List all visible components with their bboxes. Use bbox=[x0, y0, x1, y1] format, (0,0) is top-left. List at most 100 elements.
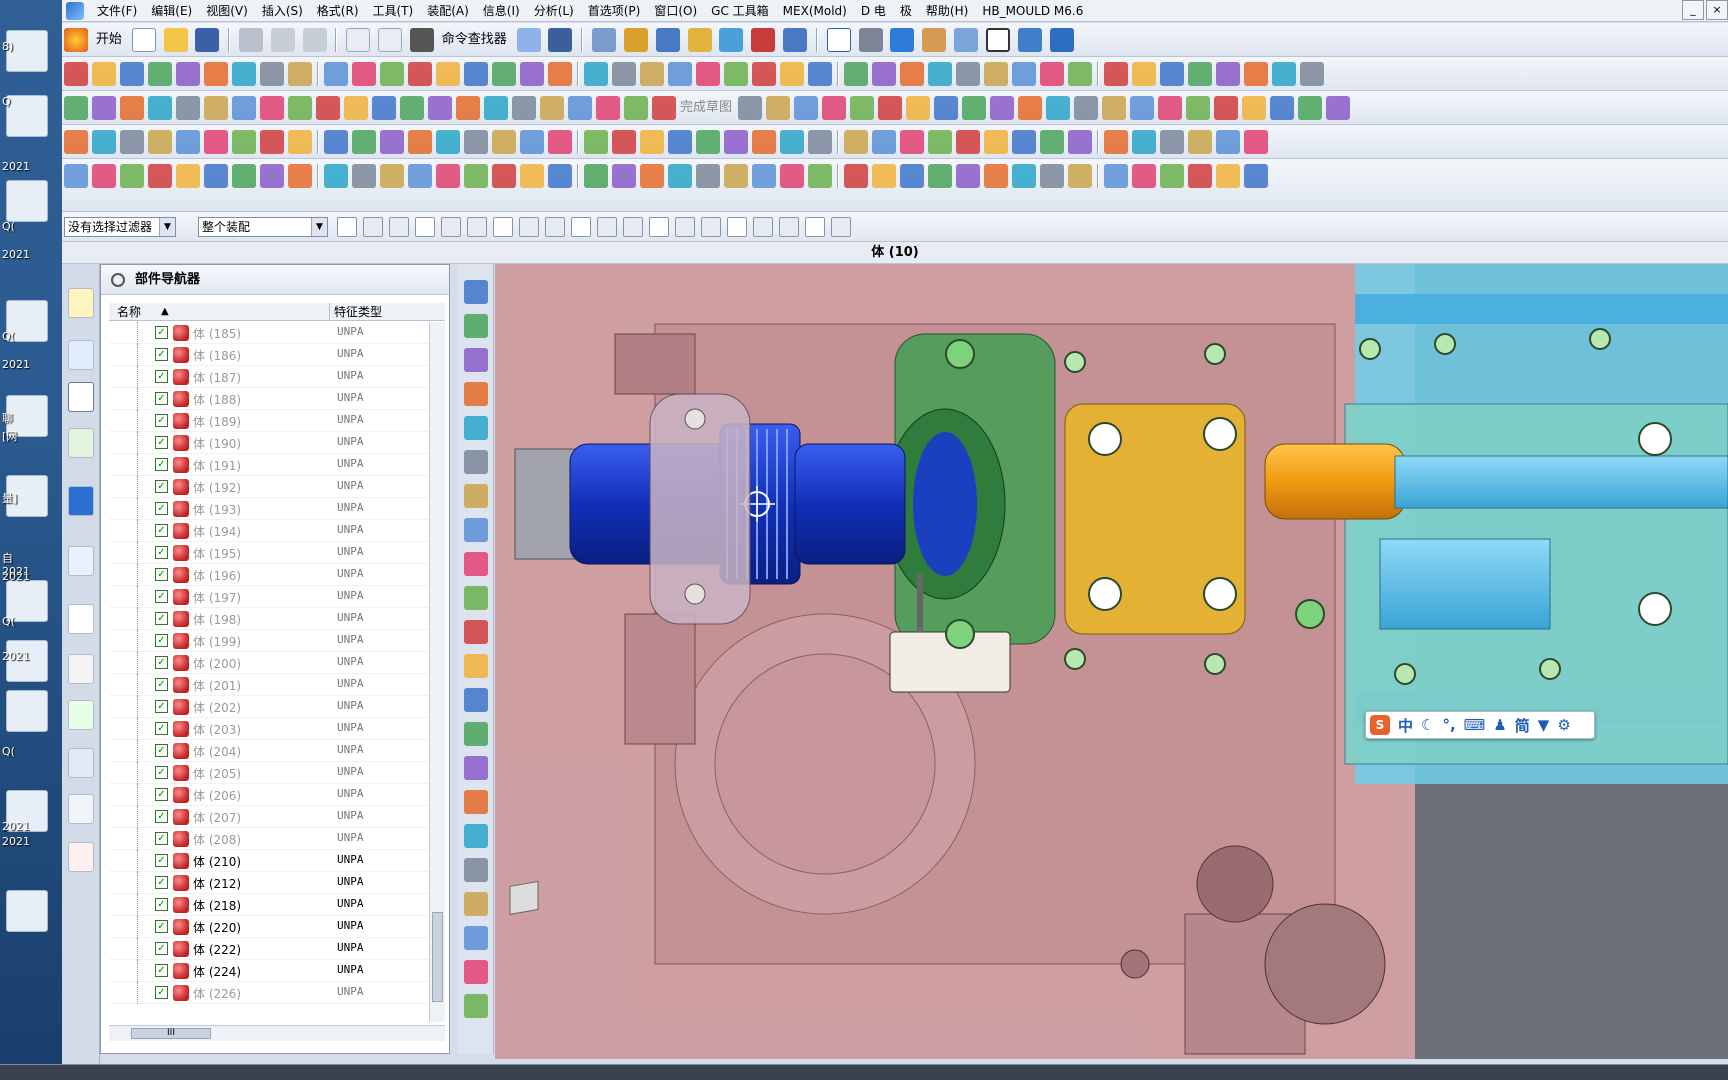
visibility-checkbox[interactable]: ✓ bbox=[155, 876, 168, 889]
tool-icon[interactable] bbox=[92, 130, 116, 154]
tree-row[interactable]: ✓ 体 (196) UNPA bbox=[109, 564, 445, 586]
visibility-checkbox[interactable]: ✓ bbox=[155, 656, 168, 669]
tool-icon[interactable] bbox=[324, 164, 348, 188]
visibility-checkbox[interactable]: ✓ bbox=[155, 832, 168, 845]
tool-icon[interactable] bbox=[372, 96, 396, 120]
tool-icon[interactable] bbox=[92, 96, 116, 120]
tree-row[interactable]: ✓ 体 (222) UNPA bbox=[109, 938, 445, 960]
visibility-checkbox[interactable]: ✓ bbox=[155, 370, 168, 383]
tool-icon[interactable] bbox=[232, 62, 256, 86]
tool-icon[interactable] bbox=[176, 164, 200, 188]
tool-icon[interactable] bbox=[1012, 62, 1036, 86]
info-icon[interactable] bbox=[68, 486, 94, 516]
tool-icon[interactable] bbox=[400, 96, 424, 120]
tool-icon[interactable] bbox=[120, 96, 144, 120]
tool-icon[interactable] bbox=[464, 416, 488, 440]
visibility-checkbox[interactable]: ✓ bbox=[155, 590, 168, 603]
tree-row[interactable]: ✓ 体 (195) UNPA bbox=[109, 542, 445, 564]
roles-icon[interactable] bbox=[68, 794, 94, 824]
tree-row[interactable]: ✓ 体 (190) UNPA bbox=[109, 432, 445, 454]
tool-icon[interactable] bbox=[464, 280, 488, 304]
tool-icon[interactable] bbox=[464, 654, 488, 678]
moon-icon[interactable]: ☾ bbox=[1421, 716, 1434, 734]
redo-icon[interactable] bbox=[378, 28, 403, 52]
tool-icon[interactable] bbox=[464, 960, 488, 984]
visibility-checkbox[interactable]: ✓ bbox=[155, 942, 168, 955]
tool-icon[interactable] bbox=[612, 62, 636, 86]
tool-icon[interactable] bbox=[548, 164, 572, 188]
snap-point-icon[interactable] bbox=[701, 217, 721, 237]
tool-icon[interactable] bbox=[1270, 96, 1295, 120]
tree-row[interactable]: ✓ 体 (199) UNPA bbox=[109, 630, 445, 652]
snap-point-icon[interactable] bbox=[389, 217, 409, 237]
tool-icon[interactable] bbox=[436, 164, 460, 188]
tool-icon[interactable] bbox=[1214, 96, 1239, 120]
snap-point-icon[interactable] bbox=[415, 217, 435, 237]
menu-item[interactable]: 视图(V) bbox=[199, 0, 255, 22]
tool-icon[interactable] bbox=[232, 96, 256, 120]
horizontal-scrollbar[interactable]: III bbox=[109, 1025, 445, 1041]
tool-icon[interactable] bbox=[1300, 62, 1324, 86]
tool-icon[interactable] bbox=[652, 96, 676, 120]
snap-point-icon[interactable] bbox=[805, 217, 825, 237]
tool-icon[interactable] bbox=[1040, 130, 1064, 154]
scroll-thumb[interactable]: III bbox=[131, 1028, 211, 1039]
command-finder-button[interactable]: 命令查找器 bbox=[442, 28, 507, 52]
cut-icon[interactable] bbox=[238, 28, 263, 52]
menu-item[interactable]: 工具(T) bbox=[366, 0, 421, 22]
tool-icon[interactable] bbox=[724, 130, 748, 154]
tool-icon[interactable] bbox=[568, 96, 592, 120]
tool-icon[interactable] bbox=[260, 62, 284, 86]
tree-row[interactable]: ✓ 体 (200) UNPA bbox=[109, 652, 445, 674]
tool-icon[interactable] bbox=[1160, 130, 1184, 154]
tool-icon[interactable] bbox=[464, 688, 488, 712]
visibility-checkbox[interactable]: ✓ bbox=[155, 854, 168, 867]
fit-view-icon[interactable] bbox=[826, 28, 851, 52]
menu-item[interactable]: 装配(A) bbox=[420, 0, 476, 22]
tool-icon[interactable] bbox=[878, 96, 903, 120]
desktop-shortcut-icon[interactable] bbox=[6, 180, 48, 222]
visibility-checkbox[interactable]: ✓ bbox=[155, 898, 168, 911]
tool-icon[interactable] bbox=[1012, 130, 1036, 154]
vertical-scrollbar[interactable] bbox=[429, 322, 445, 1022]
tool-icon[interactable] bbox=[1216, 130, 1240, 154]
tool-icon[interactable] bbox=[794, 96, 819, 120]
assembly-navigator-icon[interactable] bbox=[68, 288, 94, 318]
tool-icon[interactable] bbox=[1132, 62, 1156, 86]
tool-icon[interactable] bbox=[724, 62, 748, 86]
tool-icon[interactable] bbox=[492, 62, 516, 86]
tool-icon[interactable] bbox=[640, 62, 664, 86]
tool-icon[interactable] bbox=[464, 858, 488, 882]
history-icon[interactable] bbox=[68, 604, 94, 634]
tool-icon[interactable] bbox=[540, 96, 564, 120]
col-name-header[interactable]: 名称 bbox=[117, 303, 141, 321]
visibility-checkbox[interactable]: ✓ bbox=[155, 700, 168, 713]
palette-icon[interactable] bbox=[68, 700, 94, 730]
snap-point-icon[interactable] bbox=[649, 217, 669, 237]
tool-icon[interactable] bbox=[780, 62, 804, 86]
visibility-checkbox[interactable]: ✓ bbox=[155, 788, 168, 801]
tool-icon[interactable] bbox=[1132, 164, 1156, 188]
snap-point-icon[interactable] bbox=[779, 217, 799, 237]
tool-icon[interactable] bbox=[464, 130, 488, 154]
ime-toolbar[interactable]: S 中 ☾ °, ⌨ ♟ 简 ▼ ⚙ bbox=[1365, 711, 1595, 739]
tool-icon[interactable] bbox=[696, 130, 720, 154]
tool-icon[interactable] bbox=[464, 620, 488, 644]
tool-icon[interactable] bbox=[900, 164, 924, 188]
tool-icon[interactable] bbox=[1242, 96, 1267, 120]
system-materials-icon[interactable] bbox=[68, 842, 94, 872]
ruler-icon[interactable] bbox=[783, 28, 808, 52]
tool-icon[interactable] bbox=[822, 96, 847, 120]
tool-icon[interactable] bbox=[464, 892, 488, 916]
tool-icon[interactable] bbox=[1040, 164, 1064, 188]
tool-icon[interactable] bbox=[464, 756, 488, 780]
tree-row[interactable]: ✓ 体 (189) UNPA bbox=[109, 410, 445, 432]
tree-row[interactable]: ✓ 体 (186) UNPA bbox=[109, 344, 445, 366]
snap-point-icon[interactable] bbox=[545, 217, 565, 237]
tool-icon[interactable] bbox=[92, 62, 116, 86]
tool-icon[interactable] bbox=[928, 62, 952, 86]
visibility-checkbox[interactable]: ✓ bbox=[155, 678, 168, 691]
tool-icon[interactable] bbox=[850, 96, 875, 120]
snap-point-icon[interactable] bbox=[597, 217, 617, 237]
visibility-checkbox[interactable]: ✓ bbox=[155, 766, 168, 779]
